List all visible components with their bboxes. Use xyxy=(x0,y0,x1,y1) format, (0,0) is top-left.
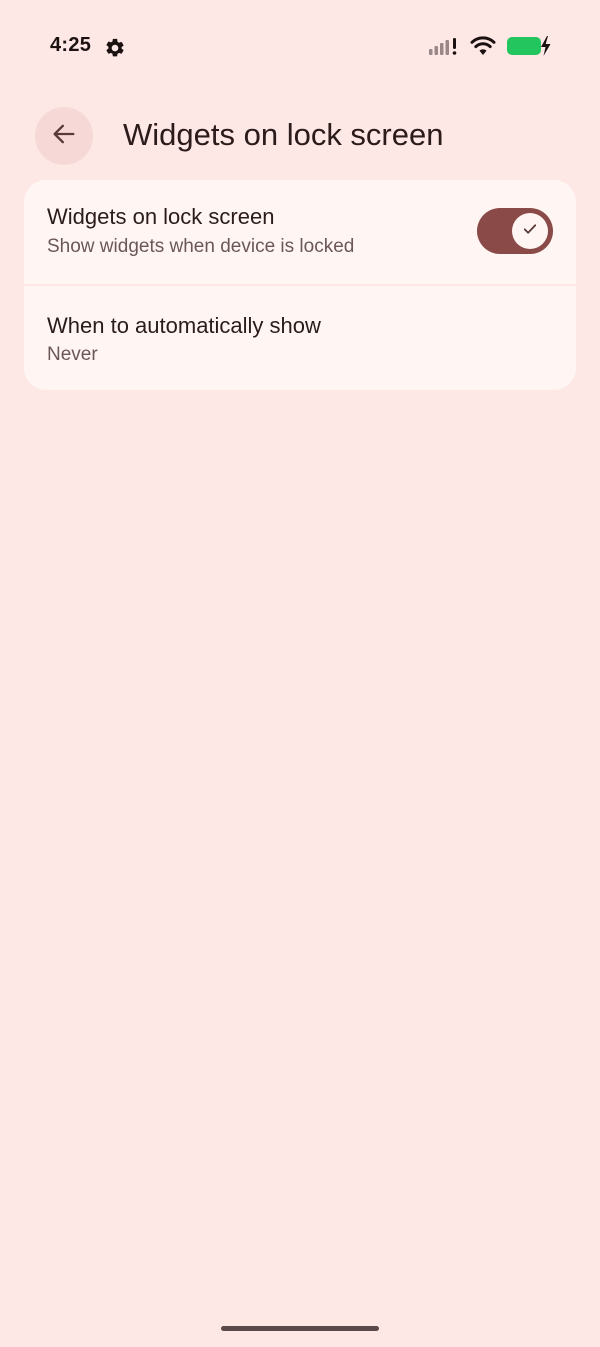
gear-icon xyxy=(104,37,126,59)
wifi-icon xyxy=(470,35,496,61)
setting-when-to-automatically-show[interactable]: When to automatically show Never xyxy=(24,286,576,390)
widgets-lock-screen-toggle[interactable] xyxy=(477,208,553,254)
setting-subtitle: Show widgets when device is locked xyxy=(47,236,355,257)
setting-title: When to automatically show xyxy=(47,313,321,338)
page-title: Widgets on lock screen xyxy=(123,117,444,152)
battery-charging-icon xyxy=(506,35,552,62)
toggle-thumb xyxy=(512,213,548,249)
signal-bars-no-data-icon xyxy=(428,36,460,61)
setting-value: Never xyxy=(47,344,98,365)
settings-card: Widgets on lock screen Show widgets when… xyxy=(24,180,576,390)
back-button[interactable] xyxy=(35,107,93,165)
setting-widgets-on-lock-screen[interactable]: Widgets on lock screen Show widgets when… xyxy=(24,180,576,286)
setting-title: Widgets on lock screen xyxy=(47,204,275,229)
arrow-left-icon xyxy=(50,120,78,153)
app-bar: Widgets on lock screen xyxy=(0,104,600,170)
check-icon xyxy=(521,220,539,243)
status-time: 4:25 xyxy=(50,34,92,56)
status-bar: 4:25 xyxy=(0,0,600,96)
gesture-nav-handle[interactable] xyxy=(221,1326,379,1331)
status-icons xyxy=(428,35,552,62)
